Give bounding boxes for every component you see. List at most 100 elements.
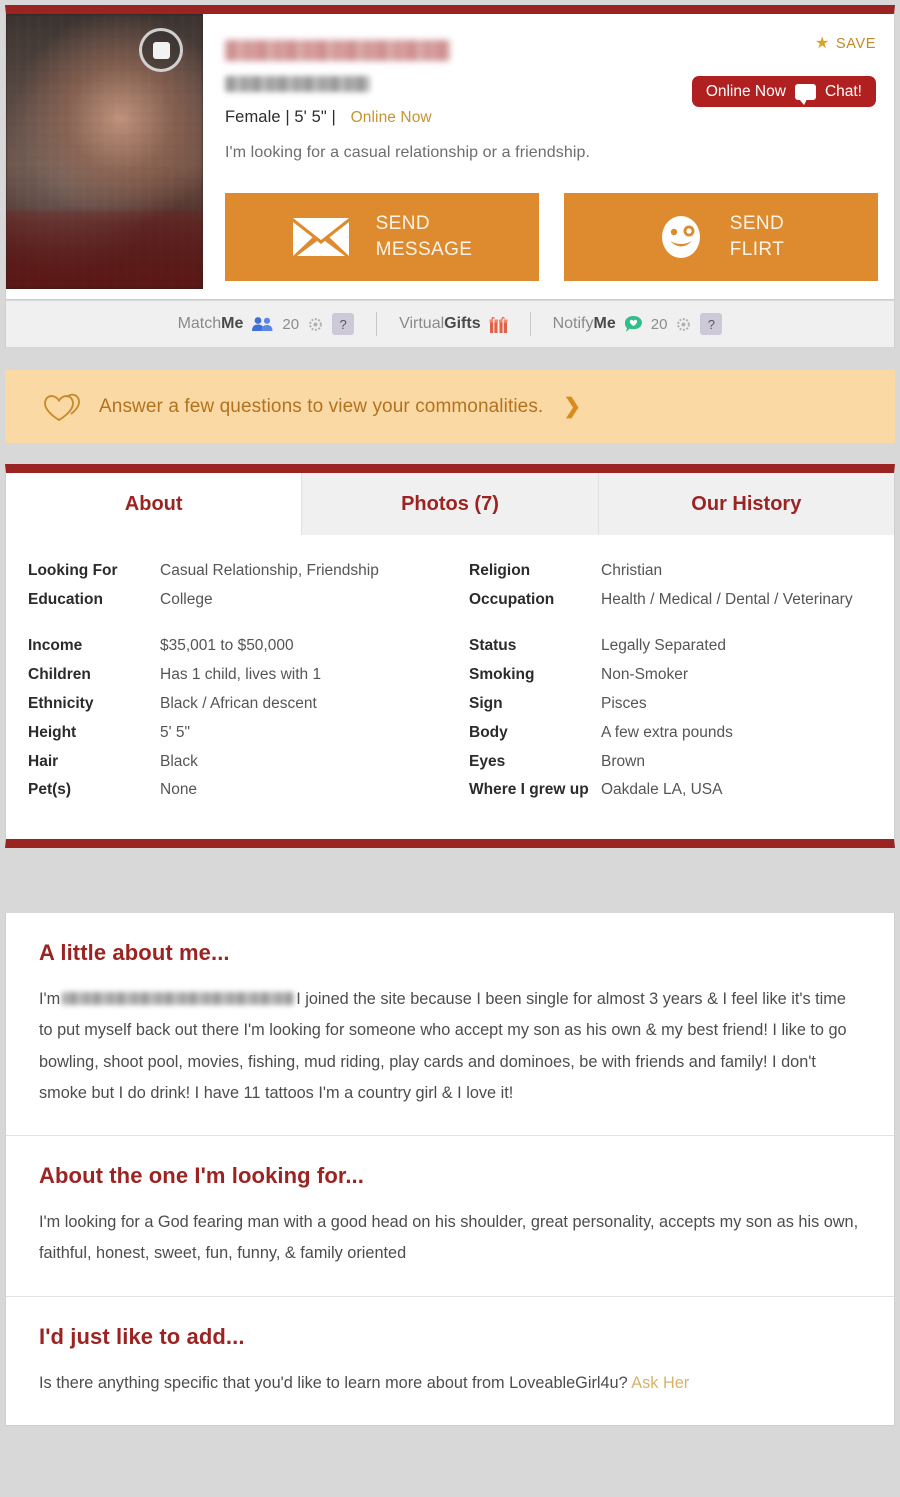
height-value: 5' 5"	[294, 108, 327, 126]
stat-matchme[interactable]: MatchMe 20 ?	[156, 313, 377, 335]
detail-key: Sign	[469, 694, 503, 712]
matchme-help-button[interactable]: ?	[332, 313, 355, 335]
send-message-line1: SEND	[375, 213, 430, 235]
detail-value: Health / Medical / Dental / Veterinary	[601, 590, 853, 608]
profile-photo[interactable]	[6, 14, 203, 289]
save-button[interactable]: ★ SAVE	[815, 35, 876, 53]
commonalities-text: Answer a few questions to view your comm…	[99, 395, 544, 417]
detail-key: Income	[28, 636, 83, 654]
people-icon	[252, 317, 273, 331]
chevron-right-icon: ❯	[563, 395, 581, 418]
matchme-label: MatchMe	[178, 315, 244, 333]
commonalities-banner[interactable]: Answer a few questions to view your comm…	[5, 370, 895, 443]
gift-icon	[489, 316, 508, 333]
detail-value: Has 1 child, lives with 1	[160, 665, 322, 683]
send-flirt-button[interactable]: SEND FLIRT	[564, 193, 878, 281]
section-title: A little about me...	[39, 940, 230, 965]
send-message-line2: MESSAGE	[375, 239, 473, 260]
section-looking-for: About the one I'm looking for... I'm loo…	[6, 1136, 894, 1297]
gear-icon	[309, 317, 322, 331]
send-message-label: SEND MESSAGE	[376, 211, 473, 262]
section-body: Is there anything specific that you'd li…	[39, 1368, 861, 1399]
profile-stats-row: MatchMe 20 ? VirtualGifts NotifyMe 20 ?	[5, 301, 895, 348]
detail-value: None	[160, 781, 198, 799]
detail-value: $35,001 to $50,000	[160, 636, 294, 654]
detail-key: Religion	[469, 562, 531, 579]
detail-key: Looking For	[28, 562, 118, 579]
stat-virtualgifts[interactable]: VirtualGifts	[377, 315, 530, 334]
camera-icon[interactable]	[139, 28, 183, 72]
detail-value: Black	[160, 752, 198, 770]
stat-notifyme[interactable]: NotifyMe 20 ?	[531, 313, 745, 335]
matchme-label-bold: Me	[221, 315, 244, 332]
section-about-me: A little about me... I'm I joined the sit…	[6, 913, 894, 1137]
notifyme-count: 20	[650, 315, 668, 333]
section-just-like-to-add: I'd just like to add... Is there anythin…	[6, 1297, 894, 1425]
detail-value: Casual Relationship, Friendship	[160, 562, 379, 579]
save-label: SAVE	[835, 36, 876, 52]
profile-tabs-panel: About Photos (7) Our History Looking For…	[5, 464, 895, 849]
detail-value: Christian	[601, 562, 663, 579]
section-body: I'm I joined the site because I been sing…	[39, 984, 861, 1109]
detail-key: Smoking	[469, 665, 535, 683]
detail-value: Non-Smoker	[601, 665, 688, 683]
chat-online-label: Online Now	[705, 82, 786, 100]
online-status-text: Online Now	[350, 109, 432, 126]
detail-key: Pet(s)	[28, 781, 72, 799]
virtualgifts-label: VirtualGifts	[399, 315, 481, 333]
send-message-button[interactable]: SEND MESSAGE	[225, 193, 539, 281]
profile-essay-sections: A little about me... I'm I joined the sit…	[5, 913, 895, 1426]
ask-her-link[interactable]: Ask Her	[631, 1374, 689, 1392]
tab-about[interactable]: About	[6, 473, 303, 535]
detail-key: Where I grew up	[469, 781, 589, 799]
matchme-count: 20	[282, 315, 300, 333]
detail-value: A few extra pounds	[601, 723, 733, 741]
chat-bubble-icon	[794, 83, 816, 105]
detail-key: Hair	[28, 752, 59, 770]
detail-value: Legally Separated	[601, 636, 726, 654]
tab-photos[interactable]: Photos (7)	[302, 473, 599, 535]
detail-key: Status	[469, 636, 517, 654]
gear-icon	[677, 317, 691, 331]
detail-key: Ethnicity	[28, 694, 94, 712]
virtualgifts-label-light: Virtual	[399, 315, 445, 332]
gender-value: Female	[225, 108, 281, 126]
detail-value: Black / African descent	[160, 694, 317, 712]
detail-value: Pisces	[601, 694, 647, 712]
profile-page: Female | 5' 5" | Online Now I'm looking …	[0, 0, 900, 1497]
about-me-prefix: I'm	[39, 990, 61, 1008]
notifyme-label: NotifyMe	[553, 315, 616, 333]
two-hearts-icon	[44, 393, 80, 421]
detail-key: Eyes	[469, 752, 506, 770]
star-icon: ★	[815, 35, 830, 52]
matchme-label-light: Match	[177, 315, 222, 332]
notifyme-help-button[interactable]: ?	[700, 313, 723, 335]
section-body: I'm looking for a God fearing man with a…	[39, 1213, 859, 1263]
detail-value: Oakdale LA, USA	[601, 781, 723, 799]
camera-lens-icon	[152, 41, 170, 59]
send-flirt-label: SEND FLIRT	[730, 211, 784, 262]
about-me-redacted	[62, 992, 295, 1005]
heart-bubble-icon	[624, 316, 642, 332]
details-spacer	[469, 615, 882, 632]
about-me-text: I joined the site because I been single …	[39, 990, 847, 1102]
send-flirt-line1: SEND	[729, 213, 785, 235]
detail-key: Body	[469, 723, 508, 741]
detail-key: Occupation	[469, 590, 555, 608]
send-flirt-line2: FLIRT	[729, 239, 785, 260]
chat-now-button[interactable]: Online Now Chat!	[691, 76, 876, 107]
detail-key: Education	[28, 590, 103, 608]
chat-action-label: Chat!	[824, 82, 862, 100]
about-details-grid: Looking For Casual Relationship, Friends…	[6, 535, 894, 840]
details-spacer	[28, 615, 441, 632]
tab-our-history[interactable]: Our History	[599, 473, 894, 535]
username-redacted	[225, 40, 450, 61]
detail-value: College	[160, 590, 213, 608]
profile-header-card: Female | 5' 5" | Online Now I'm looking …	[5, 5, 895, 300]
detail-key: Children	[28, 665, 91, 683]
virtualgifts-label-bold: Gifts	[444, 315, 481, 332]
profile-meta-line: Female | 5' 5" | Online Now	[225, 108, 876, 127]
section-title: About the one I'm looking for...	[39, 1163, 364, 1189]
add-text: Is there anything specific that you'd li…	[39, 1373, 628, 1392]
detail-key: Height	[28, 723, 77, 741]
